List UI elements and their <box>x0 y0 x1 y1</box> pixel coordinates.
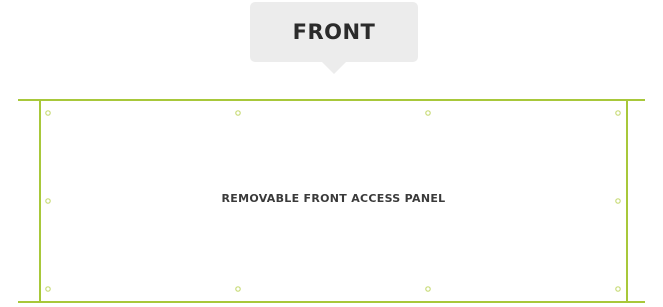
screw-hole <box>615 286 621 292</box>
screw-hole <box>425 286 431 292</box>
panel-label: REMOVABLE FRONT ACCESS PANEL <box>221 192 446 205</box>
front-panel-drawing <box>18 99 645 303</box>
screw-hole <box>615 110 621 116</box>
screw-hole <box>45 286 51 292</box>
screw-hole <box>235 110 241 116</box>
screw-hole <box>425 110 431 116</box>
screw-hole <box>235 286 241 292</box>
screw-hole <box>45 110 51 116</box>
